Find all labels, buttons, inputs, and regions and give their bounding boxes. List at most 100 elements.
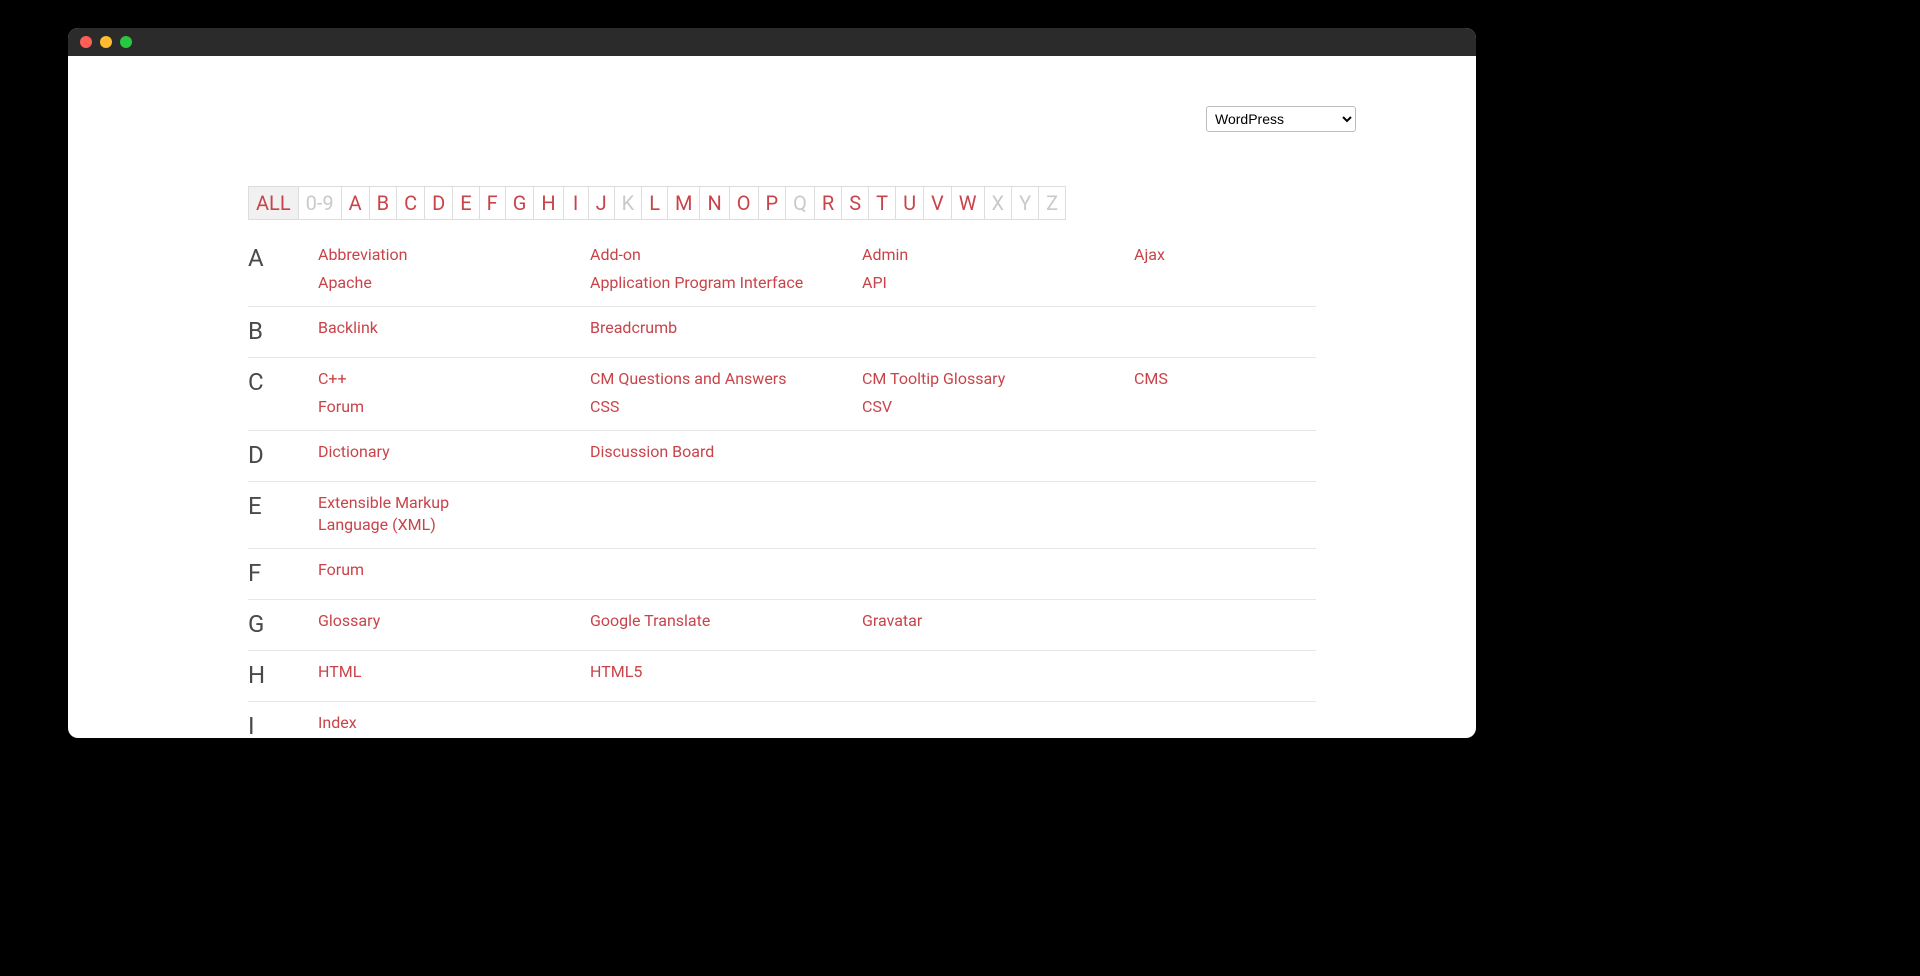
glossary-term[interactable]: Apache — [318, 272, 590, 294]
app-window: WordPress ALL0-9ABCDEFGHIJKLMNOPQRSTUVWX… — [68, 28, 1476, 738]
section-terms: GlossaryGoogle TranslateGravatar — [318, 610, 1316, 638]
glossary-term-empty — [862, 661, 1134, 683]
glossary-term[interactable]: Admin — [862, 244, 1134, 266]
window-minimize-icon[interactable] — [100, 36, 112, 48]
glossary-term[interactable]: Backlink — [318, 317, 590, 339]
glossary-term[interactable]: Breadcrumb — [590, 317, 862, 339]
section-letter: I — [248, 712, 318, 738]
section-terms: HTMLHTML5 — [318, 661, 1316, 689]
section-letter: A — [248, 244, 318, 294]
glossary-term[interactable]: CMS — [1134, 368, 1316, 390]
section-terms: AbbreviationAdd-onAdminAjax ApacheApplica… — [318, 244, 1316, 294]
glossary-term-empty — [1134, 610, 1316, 632]
alpha-filter-o[interactable]: O — [730, 186, 759, 220]
glossary-section-a: AAbbreviationAdd-onAdminAjax ApacheApplic… — [248, 234, 1316, 307]
alpha-filter-n[interactable]: N — [700, 186, 729, 220]
glossary-term[interactable]: Forum — [318, 559, 590, 581]
alpha-filter-b[interactable]: B — [370, 186, 397, 220]
alpha-filter-all[interactable]: ALL — [249, 186, 299, 220]
glossary-term-empty — [1134, 661, 1316, 683]
alphabet-filter-bar: ALL0-9ABCDEFGHIJKLMNOPQRSTUVWXYZ — [248, 186, 1066, 220]
glossary-term-empty — [862, 441, 1134, 463]
section-terms: Index — [318, 712, 1316, 738]
alpha-filter-u[interactable]: U — [896, 186, 924, 220]
alpha-filter-e[interactable]: E — [453, 186, 479, 220]
alpha-filter-r[interactable]: R — [815, 186, 842, 220]
glossary-term[interactable]: Application Program Interface — [590, 272, 862, 294]
glossary-term-empty — [862, 559, 1134, 581]
section-letter: H — [248, 661, 318, 689]
glossary-section-c: CC++CM Questions and AnswersCM Tooltip G… — [248, 358, 1316, 431]
glossary-section-h: HHTMLHTML5 — [248, 651, 1316, 702]
glossary-term[interactable]: CM Tooltip Glossary — [862, 368, 1134, 390]
alpha-filter-w[interactable]: W — [952, 186, 985, 220]
alpha-filter-g[interactable]: G — [506, 186, 535, 220]
section-letter: B — [248, 317, 318, 345]
alpha-filter-y: Y — [1012, 186, 1039, 220]
glossary-term[interactable]: Google Translate — [590, 610, 862, 632]
alpha-filter-j[interactable]: J — [589, 186, 615, 220]
glossary-term[interactable]: Abbreviation — [318, 244, 590, 266]
glossary-term[interactable]: Gravatar — [862, 610, 1134, 632]
alpha-filter-h[interactable]: H — [534, 186, 563, 220]
window-maximize-icon[interactable] — [120, 36, 132, 48]
glossary-term[interactable]: Glossary — [318, 610, 590, 632]
alpha-filter-d[interactable]: D — [425, 186, 453, 220]
alpha-filter-v[interactable]: V — [924, 186, 952, 220]
glossary-term[interactable]: HTML — [318, 661, 590, 683]
window-close-icon[interactable] — [80, 36, 92, 48]
glossary-term[interactable]: CSS — [590, 396, 862, 418]
window-titlebar — [68, 28, 1476, 56]
glossary-section-d: DDictionaryDiscussion Board — [248, 431, 1316, 482]
category-select[interactable]: WordPress — [1206, 106, 1356, 132]
glossary-term[interactable]: C++ — [318, 368, 590, 390]
alpha-filter-s[interactable]: S — [842, 186, 869, 220]
glossary-section-g: GGlossaryGoogle TranslateGravatar — [248, 600, 1316, 651]
section-terms: DictionaryDiscussion Board — [318, 441, 1316, 469]
section-letter: C — [248, 368, 318, 418]
glossary-term[interactable]: Extensible Markup Language (XML) — [318, 492, 518, 536]
section-terms: Extensible Markup Language (XML) — [318, 492, 1316, 536]
glossary-term[interactable]: Index — [318, 712, 590, 734]
glossary-term-empty — [590, 712, 862, 734]
glossary-term-empty — [1134, 492, 1316, 536]
alpha-filter-z: Z — [1039, 186, 1066, 220]
glossary-term-empty — [862, 317, 1134, 339]
section-letter: F — [248, 559, 318, 587]
glossary-term-empty — [862, 492, 1134, 536]
glossary-term-empty — [1134, 559, 1316, 581]
glossary-term-empty — [1134, 441, 1316, 463]
glossary-term[interactable]: CM Questions and Answers — [590, 368, 862, 390]
section-terms: Forum — [318, 559, 1316, 587]
category-select-wrap: WordPress — [1206, 106, 1356, 132]
alpha-filter-q: Q — [786, 186, 815, 220]
glossary-term[interactable]: Dictionary — [318, 441, 590, 463]
glossary-term[interactable]: API — [862, 272, 1134, 294]
glossary-term[interactable]: HTML5 — [590, 661, 862, 683]
alpha-filter-l[interactable]: L — [642, 186, 668, 220]
glossary-term[interactable]: CSV — [862, 396, 1134, 418]
glossary-section-f: FForum — [248, 549, 1316, 600]
alpha-filter-c[interactable]: C — [397, 186, 425, 220]
glossary-term[interactable]: Discussion Board — [590, 441, 862, 463]
glossary-section-e: EExtensible Markup Language (XML) — [248, 482, 1316, 549]
glossary-term[interactable]: Ajax — [1134, 244, 1316, 266]
glossary-term[interactable]: Forum — [318, 396, 590, 418]
section-terms: C++CM Questions and AnswersCM Tooltip Gl… — [318, 368, 1316, 418]
glossary-sections: AAbbreviationAdd-onAdminAjax ApacheApplic… — [248, 234, 1316, 738]
glossary-term-empty — [590, 559, 862, 581]
section-letter: D — [248, 441, 318, 469]
glossary-term[interactable]: Add-on — [590, 244, 862, 266]
glossary-term-empty — [862, 712, 1134, 734]
alpha-filter-f[interactable]: F — [480, 186, 506, 220]
alpha-filter-a[interactable]: A — [342, 186, 370, 220]
section-letter: E — [248, 492, 318, 536]
alpha-filter-p[interactable]: P — [759, 186, 787, 220]
glossary-term-empty — [590, 492, 862, 536]
alpha-filter-m[interactable]: M — [668, 186, 700, 220]
alpha-filter-i[interactable]: I — [564, 186, 589, 220]
alpha-filter-x: X — [985, 186, 1013, 220]
alpha-filter-0-9: 0-9 — [299, 186, 342, 220]
alpha-filter-t[interactable]: T — [869, 186, 896, 220]
glossary-term-empty — [1134, 272, 1316, 294]
